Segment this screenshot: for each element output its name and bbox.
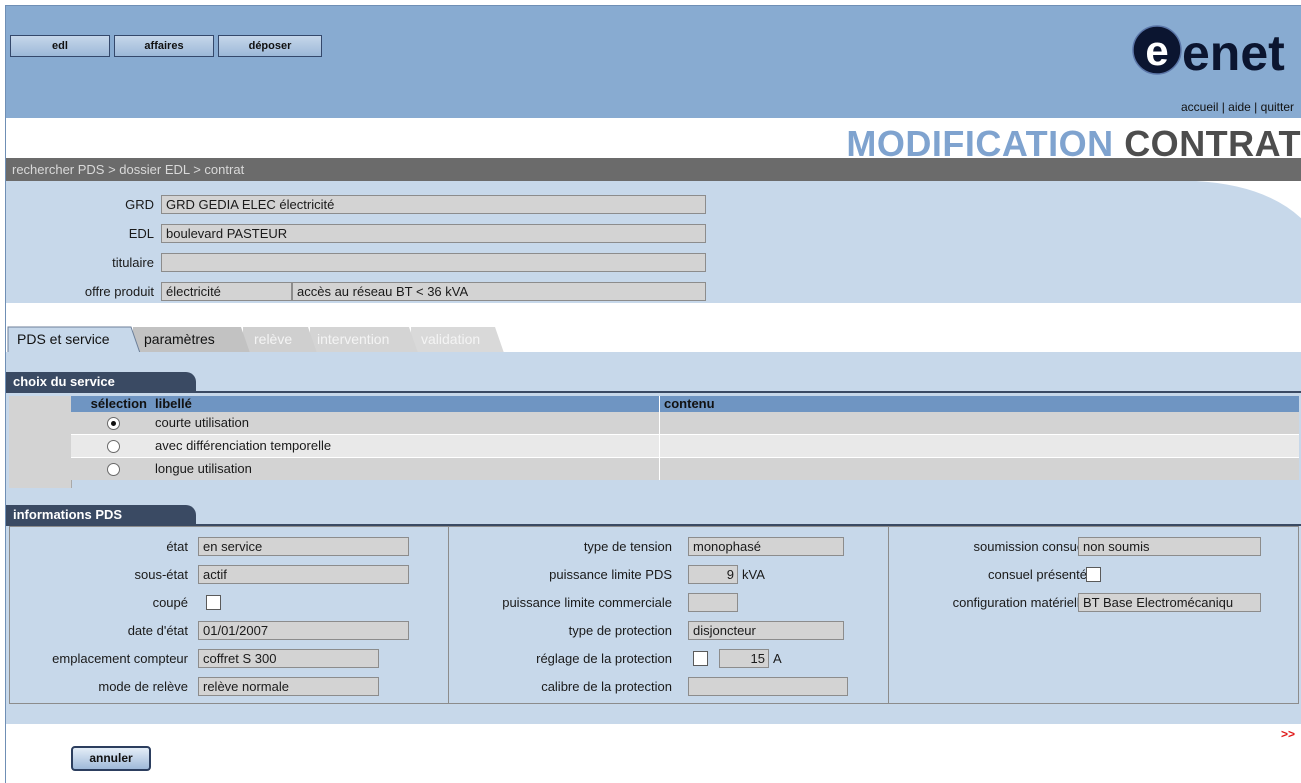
mode-releve-field: relève normale — [198, 677, 379, 696]
reglage-protection-label: réglage de la protection — [536, 651, 672, 666]
nav-affaires-button[interactable]: affaires — [114, 35, 214, 57]
type-protection-field: disjoncteur — [688, 621, 844, 640]
reglage-protection-unit: A — [773, 651, 782, 666]
configuration-materielle-field: BT Base Electromécaniqu — [1078, 593, 1261, 612]
offre-energie-field: électricité — [161, 282, 292, 301]
reglage-protection-checkbox[interactable] — [693, 651, 708, 666]
informations-pds-header: informations PDS — [6, 505, 196, 525]
coupe-label: coupé — [152, 595, 188, 610]
annuler-button[interactable]: annuler — [71, 746, 151, 771]
radio-courte-utilisation[interactable] — [107, 417, 120, 430]
sous-etat-field: actif — [198, 565, 409, 584]
col-libelle-header: libellé — [151, 396, 659, 412]
column-divider — [659, 412, 660, 434]
row-libelle: avec différenciation temporelle — [155, 438, 332, 453]
svg-text:e: e — [1145, 27, 1168, 74]
next-arrows-icon[interactable]: >> — [1281, 727, 1295, 741]
type-tension-field: monophasé — [688, 537, 844, 556]
calibre-protection-label: calibre de la protection — [541, 679, 672, 694]
tab-releve: relève — [254, 331, 293, 347]
calibre-protection-field — [688, 677, 848, 696]
offre-acces-field: accès au réseau BT < 36 kVA — [292, 282, 706, 301]
radio-avec-differenciation[interactable] — [107, 440, 120, 453]
puissance-limite-pds-unit: kVA — [742, 567, 765, 582]
application-frame: edl affaires déposer e enet accueil | ai… — [5, 5, 1301, 783]
table-row-header-gutter — [9, 396, 72, 488]
grd-field: GRD GEDIA ELEC électricité — [161, 195, 706, 214]
nav-deposer-button[interactable]: déposer — [218, 35, 322, 57]
logo-text: enet — [1182, 25, 1285, 80]
etat-label: état — [166, 539, 188, 554]
sous-etat-label: sous-état — [134, 567, 188, 582]
table-row[interactable]: avec différenciation temporelle — [71, 434, 1299, 457]
section-divider — [6, 391, 1301, 393]
puissance-limite-commerciale-field — [688, 593, 738, 612]
soumission-consuel-label: soumission consuel — [973, 539, 1087, 554]
table-row[interactable]: longue utilisation — [71, 457, 1299, 480]
col-contenu-header: contenu — [659, 396, 1299, 412]
tab-parametres[interactable]: paramètres — [136, 326, 215, 352]
coupe-checkbox[interactable] — [206, 595, 221, 610]
row-libelle: courte utilisation — [155, 415, 249, 430]
type-protection-label: type de protection — [568, 623, 672, 638]
column-divider — [659, 435, 660, 457]
emplacement-compteur-label: emplacement compteur — [52, 651, 188, 666]
puissance-limite-commerciale-label: puissance limite commerciale — [502, 595, 672, 610]
tab-bar: PDS et service paramètres relève interve… — [6, 326, 1301, 353]
col-selection-header: sélection — [71, 396, 151, 412]
date-etat-field: 01/01/2007 — [198, 621, 409, 640]
nav-edl-button[interactable]: edl — [10, 35, 110, 57]
mode-releve-label: mode de relève — [98, 679, 188, 694]
choix-service-header: choix du service — [6, 372, 196, 392]
tab-pds-et-service[interactable]: PDS et service — [9, 326, 110, 352]
enet-logo: e enet — [1132, 25, 1285, 80]
edl-label: EDL — [128, 226, 154, 241]
column-divider — [659, 458, 660, 480]
link-separator: | — [1250, 100, 1261, 114]
offre-produit-label: offre produit — [84, 284, 154, 299]
soumission-consuel-field: non soumis — [1078, 537, 1261, 556]
quitter-link[interactable]: quitter — [1261, 100, 1294, 114]
reglage-protection-field: 15 — [719, 649, 769, 668]
radio-longue-utilisation[interactable] — [107, 463, 120, 476]
emplacement-compteur-field: coffret S 300 — [198, 649, 379, 668]
edl-field: boulevard PASTEUR — [161, 224, 706, 243]
puissance-limite-pds-label: puissance limite PDS — [549, 567, 672, 582]
contract-header-panel: GRD GRD GEDIA ELEC électricité EDL boule… — [6, 181, 1301, 303]
table-row[interactable]: courte utilisation — [71, 412, 1299, 434]
top-bar: edl affaires déposer e enet accueil | ai… — [6, 6, 1301, 118]
etat-field: en service — [198, 537, 409, 556]
top-links: accueil | aide | quitter — [1181, 100, 1294, 114]
configuration-materielle-label: configuration matérielle — [952, 595, 1087, 610]
grd-label: GRD — [125, 197, 154, 212]
aide-link[interactable]: aide — [1228, 100, 1251, 114]
puissance-limite-pds-field: 9 — [688, 565, 738, 584]
type-tension-label: type de tension — [583, 539, 672, 554]
consuel-presente-checkbox[interactable] — [1086, 567, 1101, 582]
titulaire-field — [161, 253, 706, 272]
titulaire-label: titulaire — [112, 255, 154, 270]
tab-validation: validation — [421, 331, 481, 347]
accueil-link[interactable]: accueil — [1181, 100, 1218, 114]
row-libelle: longue utilisation — [155, 461, 252, 476]
date-etat-label: date d'état — [127, 623, 188, 638]
breadcrumb: rechercher PDS > dossier EDL > contrat — [6, 158, 1301, 181]
link-separator: | — [1218, 100, 1229, 114]
consuel-presente-label: consuel présenté — [987, 567, 1087, 582]
tab-intervention: intervention — [317, 331, 390, 347]
